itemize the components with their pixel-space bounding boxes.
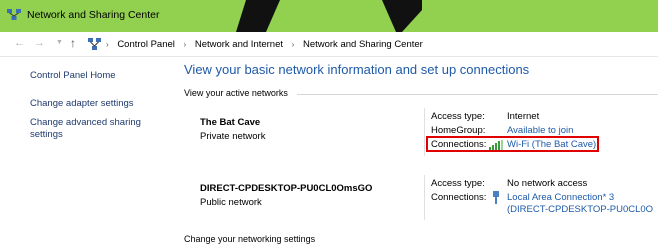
control-panel-icon bbox=[88, 38, 101, 50]
lan-connection-link[interactable]: Local Area Connection* 3 bbox=[507, 192, 614, 203]
breadcrumb-network-and-internet[interactable]: Network and Internet bbox=[195, 39, 283, 50]
connections-label: Connections: bbox=[431, 139, 487, 150]
breadcrumb-separator: › bbox=[291, 40, 295, 49]
lan-connection-link-line2[interactable]: (DIRECT-CPDESKTOP-PU0CL0O bbox=[507, 204, 653, 215]
access-type-value: Internet bbox=[507, 111, 540, 122]
background-shape bbox=[236, 0, 280, 32]
recent-locations-chevron-icon[interactable]: ▼ bbox=[56, 39, 63, 46]
access-type-value: No network access bbox=[507, 178, 588, 189]
network-type: Private network bbox=[200, 131, 266, 142]
connections-label: Connections: bbox=[431, 192, 487, 203]
network-name: DIRECT-CPDESKTOP-PU0CL0OmsGO bbox=[200, 183, 373, 194]
background-shape bbox=[382, 0, 422, 32]
sidebar-item-change-advanced-sharing-settings[interactable]: Change advanced sharing settings bbox=[30, 117, 170, 141]
up-arrow-icon[interactable]: ↑ bbox=[70, 36, 76, 50]
access-type-label: Access type: bbox=[431, 111, 485, 122]
wifi-signal-icon bbox=[489, 140, 503, 150]
section-label-change-settings: Change your networking settings bbox=[184, 234, 316, 244]
page-title: View your basic network information and … bbox=[184, 62, 530, 77]
section-divider bbox=[297, 94, 658, 95]
network-center-icon bbox=[7, 9, 21, 20]
breadcrumb-separator: › bbox=[183, 40, 187, 49]
window-title: Network and Sharing Center bbox=[27, 9, 160, 21]
section-label: View your active networks bbox=[184, 88, 288, 98]
title-bar: Network and Sharing Center bbox=[0, 0, 658, 32]
breadcrumb-control-panel[interactable]: Control Panel bbox=[117, 39, 175, 50]
sidebar-item-control-panel-home[interactable]: Control Panel Home bbox=[30, 70, 170, 82]
address-bar: ← → ▼ ↑ › Control Panel › Network and In… bbox=[0, 32, 658, 57]
homegroup-label: HomeGroup: bbox=[431, 125, 486, 136]
back-arrow-icon[interactable]: ← bbox=[14, 37, 25, 49]
network-name: The Bat Cave bbox=[200, 117, 261, 128]
sidebar-item-change-adapter-settings[interactable]: Change adapter settings bbox=[30, 98, 170, 110]
access-type-label: Access type: bbox=[431, 178, 485, 189]
ethernet-icon bbox=[493, 191, 499, 204]
breadcrumb-separator: › bbox=[106, 40, 109, 49]
network-divider bbox=[424, 175, 425, 220]
breadcrumb: › Control Panel › Network and Internet ›… bbox=[106, 39, 423, 50]
homegroup-link[interactable]: Available to join bbox=[507, 125, 573, 136]
breadcrumb-network-and-sharing-center[interactable]: Network and Sharing Center bbox=[303, 39, 423, 50]
forward-arrow-icon[interactable]: → bbox=[34, 37, 45, 49]
network-type: Public network bbox=[200, 197, 262, 208]
network-divider bbox=[424, 108, 425, 156]
wifi-connection-link[interactable]: Wi-Fi (The Bat Cave) bbox=[507, 139, 596, 150]
